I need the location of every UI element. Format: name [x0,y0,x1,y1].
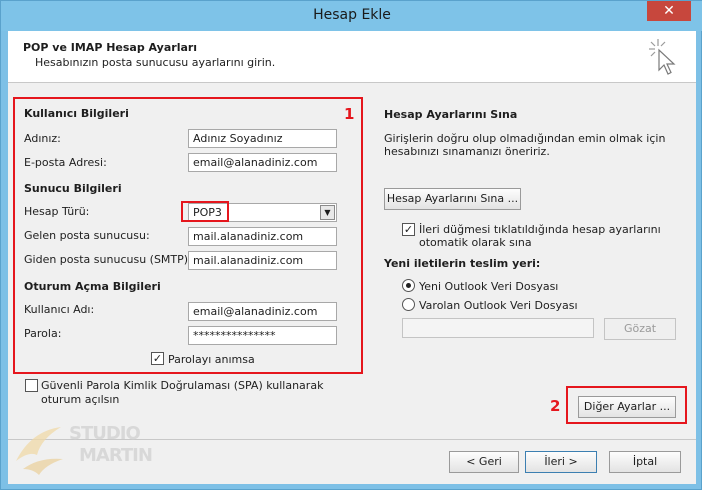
dialog-window: Hesap Ekle ✕ POP ve IMAP Hesap Ayarları … [0,0,702,490]
annotation-number-2: 2 [550,397,561,415]
deliver-to-label: Yeni iletilerin teslim yeri: [384,257,541,270]
browse-button[interactable]: Gözat [604,318,676,340]
test-settings-button[interactable]: Hesap Ayarlarını Sına ... [384,188,521,210]
spa-checkbox[interactable] [25,379,38,392]
cursor-sparkle-icon [649,39,676,75]
spa-label-line2: oturum açılsın [41,393,120,406]
existing-data-file-path-input[interactable] [402,318,594,338]
annotation-frame-2 [566,386,687,424]
test-description-line1: Girişlerin doğru olup olmadığından emin … [384,132,666,145]
next-button[interactable]: İleri > [525,451,597,473]
existing-data-file-radio[interactable] [402,298,415,311]
auto-test-label-line2: otomatik olarak sına [419,236,532,249]
header-subtitle: Hesabınızın posta sunucusu ayarlarını gi… [35,56,276,69]
new-data-file-radio[interactable] [402,279,415,292]
close-icon[interactable]: ✕ [647,1,691,21]
test-description-line2: hesabınızı sınamanızı öneririz. [384,145,550,158]
spa-label-line1: Güvenli Parola Kimlik Doğrulaması (SPA) … [41,379,324,392]
test-settings-heading: Hesap Ayarlarını Sına [384,108,518,121]
bird-logo-icon [16,427,63,475]
studio-martin-watermark: STUDIO MARTIN [11,421,153,481]
auto-test-checkbox[interactable]: ✓ [402,223,415,236]
header-title: POP ve IMAP Hesap Ayarları [23,41,198,54]
existing-data-file-label: Varolan Outlook Veri Dosyası [419,299,578,312]
dialog-header: POP ve IMAP Hesap Ayarları Hesabınızın p… [8,31,696,83]
new-data-file-label: Yeni Outlook Veri Dosyası [419,280,559,293]
watermark-line2: MARTIN [79,445,153,466]
watermark-line1: STUDIO [69,423,141,444]
window-title: Hesap Ekle [313,7,391,23]
annotation-frame-1 [13,97,363,374]
auto-test-label-line1: İleri düğmesi tıklatıldığında hesap ayar… [419,223,661,236]
title-bar: Hesap Ekle ✕ [1,1,702,31]
back-button[interactable]: < Geri [449,451,519,473]
dialog-body: POP ve IMAP Hesap Ayarları Hesabınızın p… [8,31,696,484]
annotation-number-1: 1 [344,105,355,123]
cancel-button[interactable]: İptal [609,451,681,473]
annotation-frame-pop3 [181,201,229,222]
